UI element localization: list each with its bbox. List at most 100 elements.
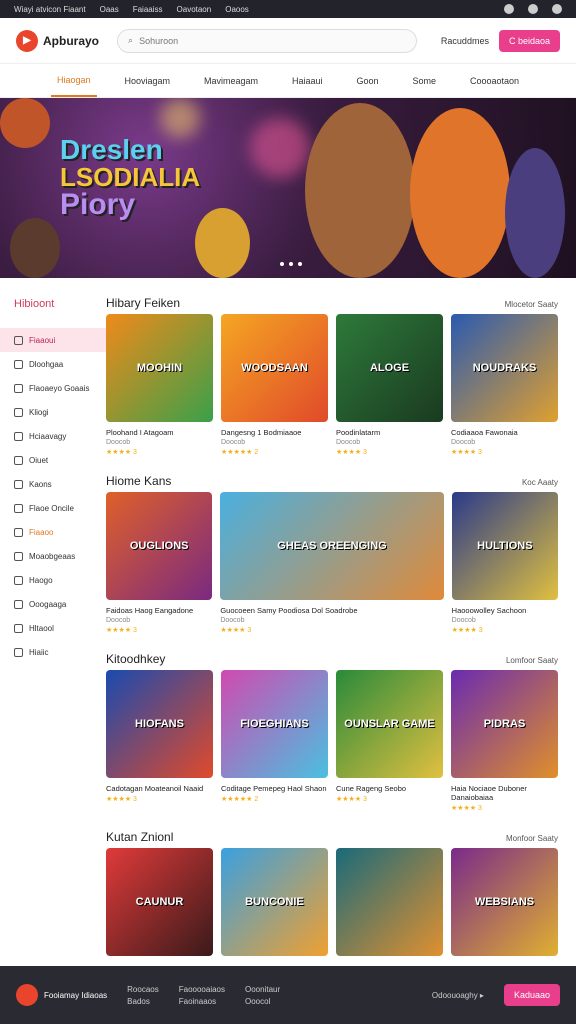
game-name[interactable]: Faidoas Haog Eangadone [106, 606, 212, 615]
sidebar-item[interactable]: Dloohgaa [0, 352, 106, 376]
category-icon [14, 359, 23, 369]
game-name[interactable]: Cadotagan Moateanoil Naaid [106, 784, 213, 793]
game-name[interactable]: Coditage Pemepeg Haol Shaon [221, 784, 328, 793]
game-thumbnail[interactable]: OUNSLAR GAME [336, 670, 443, 778]
game-card[interactable]: BUNCONIE [221, 848, 328, 962]
sidebar-item[interactable]: Hciaavagy [0, 424, 106, 448]
game-name[interactable]: Codiaaoa Fawonaia [451, 428, 558, 437]
sidebar-item[interactable]: Flaoaeyo Goaais [0, 376, 106, 400]
game-card[interactable]: NOUDRAKS Codiaaoa Fawonaia Doocob ★★★★ 3 [451, 314, 558, 456]
see-all-link[interactable]: Mlocetor Saaty [505, 300, 558, 309]
primary-button[interactable]: C beidaoa [498, 29, 560, 52]
game-card[interactable]: GHEAS OREENGING Guocoeen Samy Poodiosa Do… [220, 492, 444, 634]
game-card[interactable]: WEBSIANS [451, 848, 558, 962]
game-card[interactable]: HIOFANS Cadotagan Moateanoil Naaid ★★★★ 3 [106, 670, 213, 812]
game-thumbnail[interactable] [336, 848, 443, 956]
game-thumbnail[interactable]: MOOHIN [106, 314, 213, 422]
footer-cta-button[interactable]: Kaduaao [503, 984, 560, 1006]
topbar-link[interactable]: Faiaaiss [133, 5, 163, 14]
game-card[interactable]: WOODSAAN Dangesng 1 Bodmiaaoe Doocob ★★★★★ … [221, 314, 328, 456]
sidebar-item[interactable]: Fiaaoui [0, 328, 106, 352]
game-thumbnail[interactable]: OUGLIONS [106, 492, 213, 600]
footer-link[interactable]: Roocaos [127, 985, 159, 994]
sidebar-item-label: Kaons [29, 479, 52, 489]
see-all-link[interactable]: Koc Aaaty [522, 478, 558, 487]
game-name[interactable]: Guocoeen Samy Poodiosa Dol Soadrobe [220, 606, 443, 615]
footer-link[interactable]: Ooocol [245, 997, 280, 1006]
category-icon [14, 503, 23, 513]
star-rating: ★★★★ 3 [451, 627, 483, 634]
footer-link[interactable]: Odoouoaghy ▸ [432, 991, 484, 1000]
nav-tab[interactable]: Some [406, 66, 442, 96]
game-thumbnail[interactable]: HULTIONS [451, 492, 558, 600]
category-icon [14, 431, 23, 441]
topbar-link[interactable]: Oaoos [225, 5, 249, 14]
nav-tab[interactable]: Mavimeagam [198, 66, 264, 96]
footer-link[interactable]: Faoinaaos [179, 997, 225, 1006]
game-card[interactable]: HULTIONS Haooowolley Sachoon Doocob ★★★★ 3 [451, 492, 558, 634]
game-card[interactable]: CAUNUR [106, 848, 213, 962]
hero-banner[interactable]: Dreslen LSODIALIA Piory [0, 98, 576, 278]
game-card[interactable]: ALOGE Poodinlatarm Doocob ★★★★ 3 [336, 314, 443, 456]
notification-icon[interactable] [528, 4, 538, 14]
game-thumbnail[interactable]: BUNCONIE [221, 848, 328, 956]
section-title: Kitoodhkey [106, 652, 166, 666]
game-thumbnail[interactable]: WOODSAAN [221, 314, 328, 422]
sidebar-item[interactable]: Hiaiic [0, 640, 106, 664]
secondary-button[interactable]: Racuddmes [441, 36, 489, 46]
game-name[interactable]: Cune Rageng Seobo [336, 784, 443, 793]
sidebar-item[interactable]: Kaons [0, 472, 106, 496]
topbar-link[interactable]: Oavotaon [177, 5, 212, 14]
star-rating: ★★★★ 3 [106, 627, 137, 634]
category-icon [14, 575, 23, 585]
search-input[interactable]: ⌕ Sohuroon [117, 28, 417, 53]
game-thumbnail[interactable]: GHEAS OREENGING [220, 492, 444, 600]
sidebar-item[interactable]: Moaobgeaas [0, 544, 106, 568]
sidebar-item[interactable]: Oiuet [0, 448, 106, 472]
game-card[interactable]: OUNSLAR GAME Cune Rageng Seobo ★★★★ 3 [336, 670, 443, 812]
sidebar-item[interactable]: Ooogaaga [0, 592, 106, 616]
game-thumbnail[interactable]: CAUNUR [106, 848, 213, 956]
site-logo[interactable]: ▶ Apburayo [16, 29, 99, 52]
carousel-dots[interactable] [280, 262, 302, 266]
game-card[interactable] [336, 848, 443, 962]
game-thumbnail[interactable]: WEBSIANS [451, 848, 558, 956]
game-name[interactable]: Poodinlatarm [336, 428, 443, 437]
stage-light [250, 118, 310, 178]
game-name[interactable]: Ploohand I Atagoam [106, 428, 213, 437]
game-thumbnail[interactable]: NOUDRAKS [451, 314, 558, 422]
topbar-link[interactable]: Oaas [100, 5, 119, 14]
footer-logo[interactable]: Fooiamay Idiaoas [16, 984, 107, 1006]
sidebar-item[interactable]: Hltaool [0, 616, 106, 640]
game-name[interactable]: Haia Nociaoe Duboner Danaiobaiaa [451, 784, 558, 802]
game-card[interactable]: MOOHIN Ploohand I Atagoam Doocob ★★★★ 3 [106, 314, 213, 456]
game-card[interactable]: PIDRAS Haia Nociaoe Duboner Danaiobaiaa ★★… [451, 670, 558, 812]
header: ▶ Apburayo ⌕ Sohuroon Racuddmes C beidao… [0, 18, 576, 64]
sidebar-item[interactable]: Kliogi [0, 400, 106, 424]
game-thumbnail[interactable]: PIDRAS [451, 670, 558, 778]
nav-tab[interactable]: Goon [350, 66, 384, 96]
account-icon[interactable] [504, 4, 514, 14]
sidebar-item[interactable]: Haogo [0, 568, 106, 592]
see-all-link[interactable]: Lomfoor Saaty [506, 656, 558, 665]
topbar-link[interactable]: Wiayi atvicon Fiaant [14, 5, 86, 14]
nav-tab[interactable]: Coooaotaon [464, 66, 525, 96]
game-thumbnail[interactable]: FIOEGHIANS [221, 670, 328, 778]
footer-link[interactable]: Ooonitaur [245, 985, 280, 994]
game-card[interactable]: OUGLIONS Faidoas Haog Eangadone Doocob ★★★★… [106, 492, 213, 634]
nav-tab[interactable]: Haiaaui [286, 66, 329, 96]
settings-icon[interactable] [552, 4, 562, 14]
footer-link[interactable]: Faooooaiaos [179, 985, 225, 994]
game-name[interactable]: Dangesng 1 Bodmiaaoe [221, 428, 328, 437]
nav-tab[interactable]: Hiaogan [50, 65, 97, 97]
sidebar-item[interactable]: Flaoe Oncile [0, 496, 106, 520]
game-name[interactable]: Haooowolley Sachoon [452, 606, 558, 615]
nav-tab[interactable]: Hooviagam [118, 66, 176, 96]
sidebar-item[interactable]: Fiaaoo [0, 520, 106, 544]
footer-link[interactable]: Bados [127, 997, 159, 1006]
see-all-link[interactable]: Monfoor Saaty [506, 834, 558, 843]
game-category: Doocob [220, 617, 245, 624]
game-card[interactable]: FIOEGHIANS Coditage Pemepeg Haol Shaon ★★★… [221, 670, 328, 812]
game-thumbnail[interactable]: ALOGE [336, 314, 443, 422]
game-thumbnail[interactable]: HIOFANS [106, 670, 213, 778]
